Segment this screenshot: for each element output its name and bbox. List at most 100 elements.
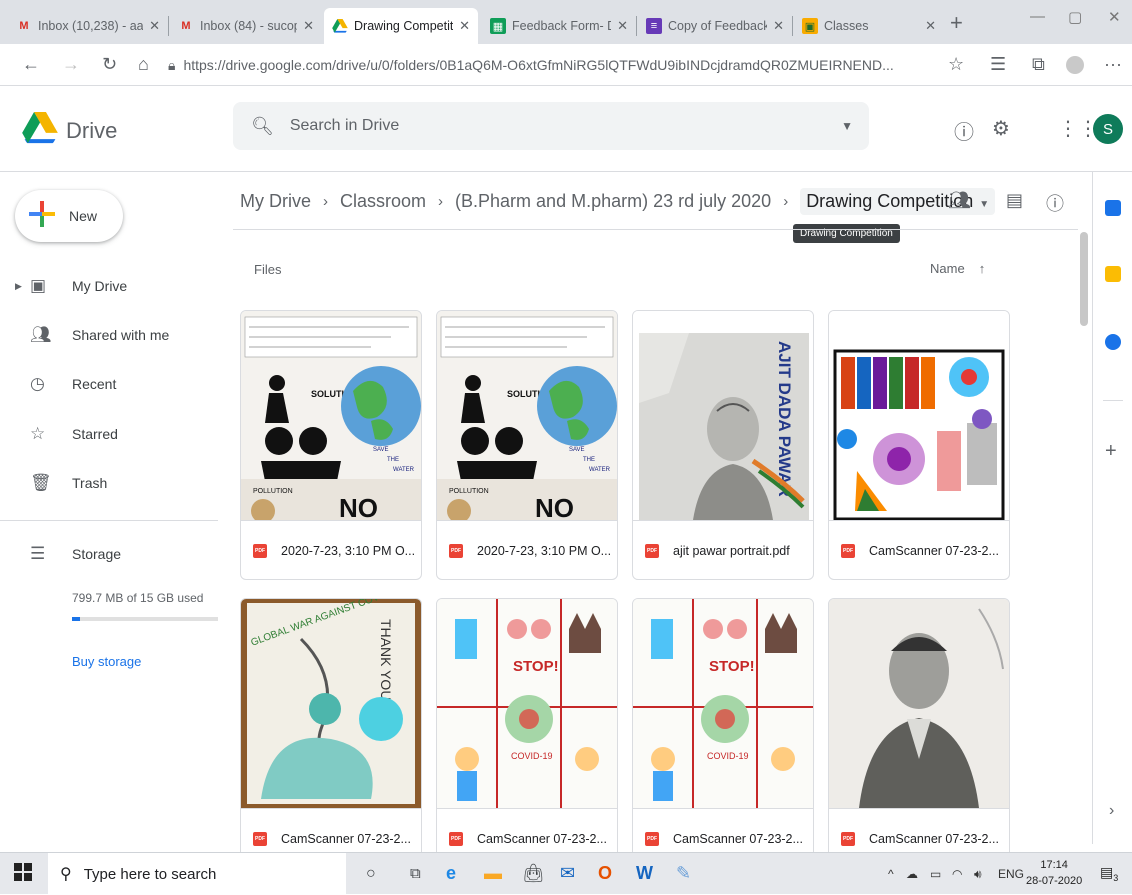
sidebar-item-recent[interactable]: ◷ Recent: [0, 364, 228, 404]
thumb-text: SAVE: [569, 447, 585, 453]
sort-label: Name: [930, 261, 965, 276]
new-tab-button[interactable]: +: [950, 10, 963, 36]
task-view-icon[interactable]: ⧉: [410, 865, 421, 882]
details-info-icon[interactable]: ⓘ: [1046, 190, 1064, 216]
volume-icon[interactable]: 🔊︎: [974, 867, 982, 882]
get-addons-icon[interactable]: +: [1105, 440, 1117, 463]
expand-icon[interactable]: ▶: [15, 281, 22, 292]
paint-icon[interactable]: ✎: [676, 863, 691, 884]
clock-icon: ◷: [30, 374, 45, 393]
search-bar[interactable]: 🔍︎ ▼: [233, 102, 869, 150]
word-icon[interactable]: W: [636, 863, 653, 884]
tasks-icon[interactable]: [1105, 334, 1121, 350]
search-options-icon[interactable]: ▼: [841, 119, 853, 133]
keep-icon[interactable]: [1105, 266, 1121, 282]
file-explorer-icon[interactable]: ▬: [484, 863, 502, 884]
sidebar-item-my-drive[interactable]: ▶ ▣ My Drive: [0, 266, 228, 306]
file-card[interactable]: PDF CamScanner 07-23-2...: [828, 310, 1010, 580]
drive-logo-icon[interactable]: [22, 112, 58, 144]
file-thumbnail: [829, 599, 1009, 808]
file-name-row: PDF ajit pawar portrait.pdf: [633, 520, 813, 579]
calendar-icon[interactable]: [1105, 200, 1121, 216]
close-tab-icon[interactable]: ✕: [459, 18, 470, 34]
sidebar-item-shared[interactable]: 👥︎ Shared with me: [0, 315, 228, 355]
file-card[interactable]: STOP! COVID-19 PDF CamScanner 07-23-2...: [436, 598, 618, 868]
browser-tab-gmail-2[interactable]: M Inbox (84) - sucop.p ✕: [170, 8, 322, 44]
collections-icon[interactable]: ⧉: [1032, 54, 1045, 75]
network-icon[interactable]: ☁︎: [906, 867, 918, 881]
browser-tab-gmail-1[interactable]: M Inbox (10,238) - aar ✕: [8, 8, 168, 44]
browser-tab-drive[interactable]: Drawing Competitio ✕: [324, 8, 478, 44]
clock[interactable]: 17:14 28-07-2020: [1026, 857, 1082, 889]
close-tab-icon[interactable]: ✕: [303, 18, 314, 34]
show-hidden-icons[interactable]: ^: [888, 867, 894, 881]
notification-center[interactable]: ▤3: [1100, 864, 1118, 883]
browser-tab-classroom[interactable]: ▣ Classes ✕: [794, 8, 944, 44]
battery-icon[interactable]: ▭: [930, 867, 941, 881]
browser-tab-forms[interactable]: ≡ Copy of Feedback Fo ✕: [638, 8, 792, 44]
sort-control[interactable]: Name ↑: [930, 261, 985, 276]
more-icon[interactable]: ···: [1104, 54, 1122, 75]
close-tab-icon[interactable]: ✕: [149, 18, 160, 34]
favorites-icon[interactable]: ☰: [990, 54, 1006, 75]
close-window-icon[interactable]: ✕: [1108, 8, 1121, 26]
taskbar-search[interactable]: ⚲ Type here to search: [48, 853, 346, 895]
back-icon[interactable]: ←: [22, 54, 40, 75]
tab-title: Drawing Competitio: [354, 19, 454, 33]
tab-title: Classes: [824, 19, 869, 33]
side-panel: + ›: [1092, 172, 1132, 844]
profile-icon[interactable]: [1066, 56, 1084, 74]
sheets-icon: ▦: [490, 18, 506, 34]
close-tab-icon[interactable]: ✕: [773, 18, 784, 34]
home-icon[interactable]: ⌂: [138, 54, 149, 75]
search-icon[interactable]: 🔍︎: [251, 116, 274, 137]
store-icon[interactable]: 👜︎: [522, 863, 545, 884]
minimize-icon[interactable]: —: [1030, 8, 1045, 25]
file-name: CamScanner 07-23-2...: [869, 543, 999, 558]
file-card[interactable]: STOP! COVID-19 PDF CamScanner 07-23-2...: [632, 598, 814, 868]
thumb-text: COVID-19: [707, 751, 749, 761]
forward-icon[interactable]: →: [62, 54, 80, 75]
file-card[interactable]: THANK YOU GLOBAL WAR AGAINST COVID-19 PD…: [240, 598, 422, 868]
account-avatar[interactable]: S: [1093, 114, 1123, 144]
file-card[interactable]: SOLUTION SAVE THE WATER POLLUTION NO PDF…: [240, 310, 422, 580]
file-card[interactable]: PDF CamScanner 07-23-2...: [828, 598, 1010, 868]
scrollbar[interactable]: [1080, 232, 1088, 326]
breadcrumb-item[interactable]: My Drive: [240, 191, 311, 212]
refresh-icon[interactable]: ↻: [102, 54, 117, 75]
cortana-icon[interactable]: ○: [366, 865, 376, 883]
sidebar-item-storage[interactable]: ☰ Storage: [0, 534, 228, 574]
pdf-icon: PDF: [449, 543, 463, 558]
favorite-star-icon[interactable]: ☆: [948, 54, 964, 75]
file-card[interactable]: AJIT DADA PAWAR PDF ajit pawar portrait.p…: [632, 310, 814, 580]
address-bar[interactable]: 🔒︎ https://drive.google.com /drive/u/0/f…: [168, 50, 928, 80]
drive-logo-text[interactable]: Drive: [66, 118, 117, 144]
share-folder-icon[interactable]: 👥︎: [948, 190, 971, 211]
edge-icon[interactable]: e: [446, 863, 456, 884]
help-icon[interactable]: ⓘ: [954, 116, 974, 145]
breadcrumb-item[interactable]: (B.Pharm and M.pharm) 23 rd july 2020: [455, 191, 771, 212]
settings-icon[interactable]: ⚙: [992, 116, 1010, 141]
show-side-panel-icon[interactable]: ›: [1109, 802, 1114, 820]
list-view-icon[interactable]: ▤: [1006, 190, 1023, 211]
buy-storage-link[interactable]: Buy storage: [72, 654, 141, 669]
new-button[interactable]: New: [15, 190, 123, 242]
file-thumbnail: THANK YOU GLOBAL WAR AGAINST COVID-19: [241, 599, 421, 808]
file-card[interactable]: SOLUTION SAVE THE WATER POLLUTION NO PDF…: [436, 310, 618, 580]
mail-icon[interactable]: ✉: [560, 863, 575, 884]
file-thumbnail: STOP! COVID-19: [633, 599, 813, 808]
windows-start-icon[interactable]: [14, 863, 32, 886]
office-icon[interactable]: O: [598, 863, 612, 884]
breadcrumb-item[interactable]: Classroom: [340, 191, 426, 212]
shared-icon: 👥︎: [30, 325, 52, 344]
sidebar-item-starred[interactable]: ☆ Starred: [0, 414, 228, 454]
close-tab-icon[interactable]: ✕: [617, 18, 628, 34]
file-name: CamScanner 07-23-2...: [281, 831, 411, 846]
wifi-icon[interactable]: ◠: [952, 867, 962, 881]
browser-tab-sheets[interactable]: ▦ Feedback Form- Dra ✕: [482, 8, 636, 44]
sidebar-item-trash[interactable]: 🗑︎ Trash: [0, 463, 228, 503]
maximize-icon[interactable]: ▢: [1068, 8, 1082, 26]
close-tab-icon[interactable]: ✕: [925, 18, 936, 34]
search-input[interactable]: [289, 117, 810, 135]
language-indicator[interactable]: ENG: [998, 867, 1024, 881]
